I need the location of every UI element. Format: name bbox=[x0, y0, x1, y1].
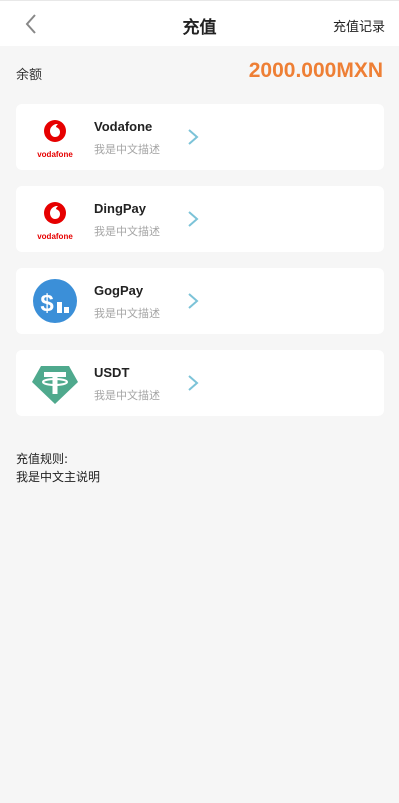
chevron-right-icon bbox=[188, 293, 199, 309]
chevron-right-icon bbox=[188, 211, 199, 227]
method-description: 我是中文描述 bbox=[94, 307, 160, 320]
payment-method-vodafone[interactable]: vodafone Vodafone 我是中文描述 bbox=[16, 104, 384, 170]
vodafone-logo-icon: vodafone bbox=[32, 114, 78, 160]
recharge-rules-title: 充值规则: bbox=[16, 452, 69, 466]
balance-label: 余额 bbox=[16, 68, 43, 83]
svg-text:vodafone: vodafone bbox=[37, 232, 73, 241]
recharge-rules-text: 我是中文主说明 bbox=[16, 470, 101, 484]
payment-method-gogpay[interactable]: $ GogPay 我是中文描述 bbox=[16, 268, 384, 334]
svg-text:vodafone: vodafone bbox=[37, 150, 73, 159]
method-name: Vodafone bbox=[94, 119, 153, 134]
method-name: GogPay bbox=[94, 283, 144, 298]
method-name: USDT bbox=[94, 365, 130, 380]
method-description: 我是中文描述 bbox=[94, 389, 160, 402]
vodafone-logo-icon: vodafone bbox=[32, 196, 78, 242]
svg-text:$: $ bbox=[40, 290, 54, 317]
method-description: 我是中文描述 bbox=[94, 143, 160, 156]
tether-logo-icon bbox=[32, 360, 78, 406]
balance-value: 2000.000MXN bbox=[248, 59, 383, 82]
method-name: DingPay bbox=[94, 201, 147, 216]
chevron-right-icon bbox=[188, 375, 199, 391]
payment-method-usdt[interactable]: USDT 我是中文描述 bbox=[16, 350, 384, 416]
dollar-chart-logo-icon: $ bbox=[32, 278, 78, 324]
chevron-right-icon bbox=[188, 129, 199, 145]
recharge-history-link[interactable]: 充值记录 bbox=[333, 16, 385, 35]
method-description: 我是中文描述 bbox=[94, 225, 160, 238]
payment-method-dingpay[interactable]: vodafone DingPay 我是中文描述 bbox=[16, 186, 384, 252]
top-bar: 充值 充值记录 bbox=[0, 0, 399, 46]
